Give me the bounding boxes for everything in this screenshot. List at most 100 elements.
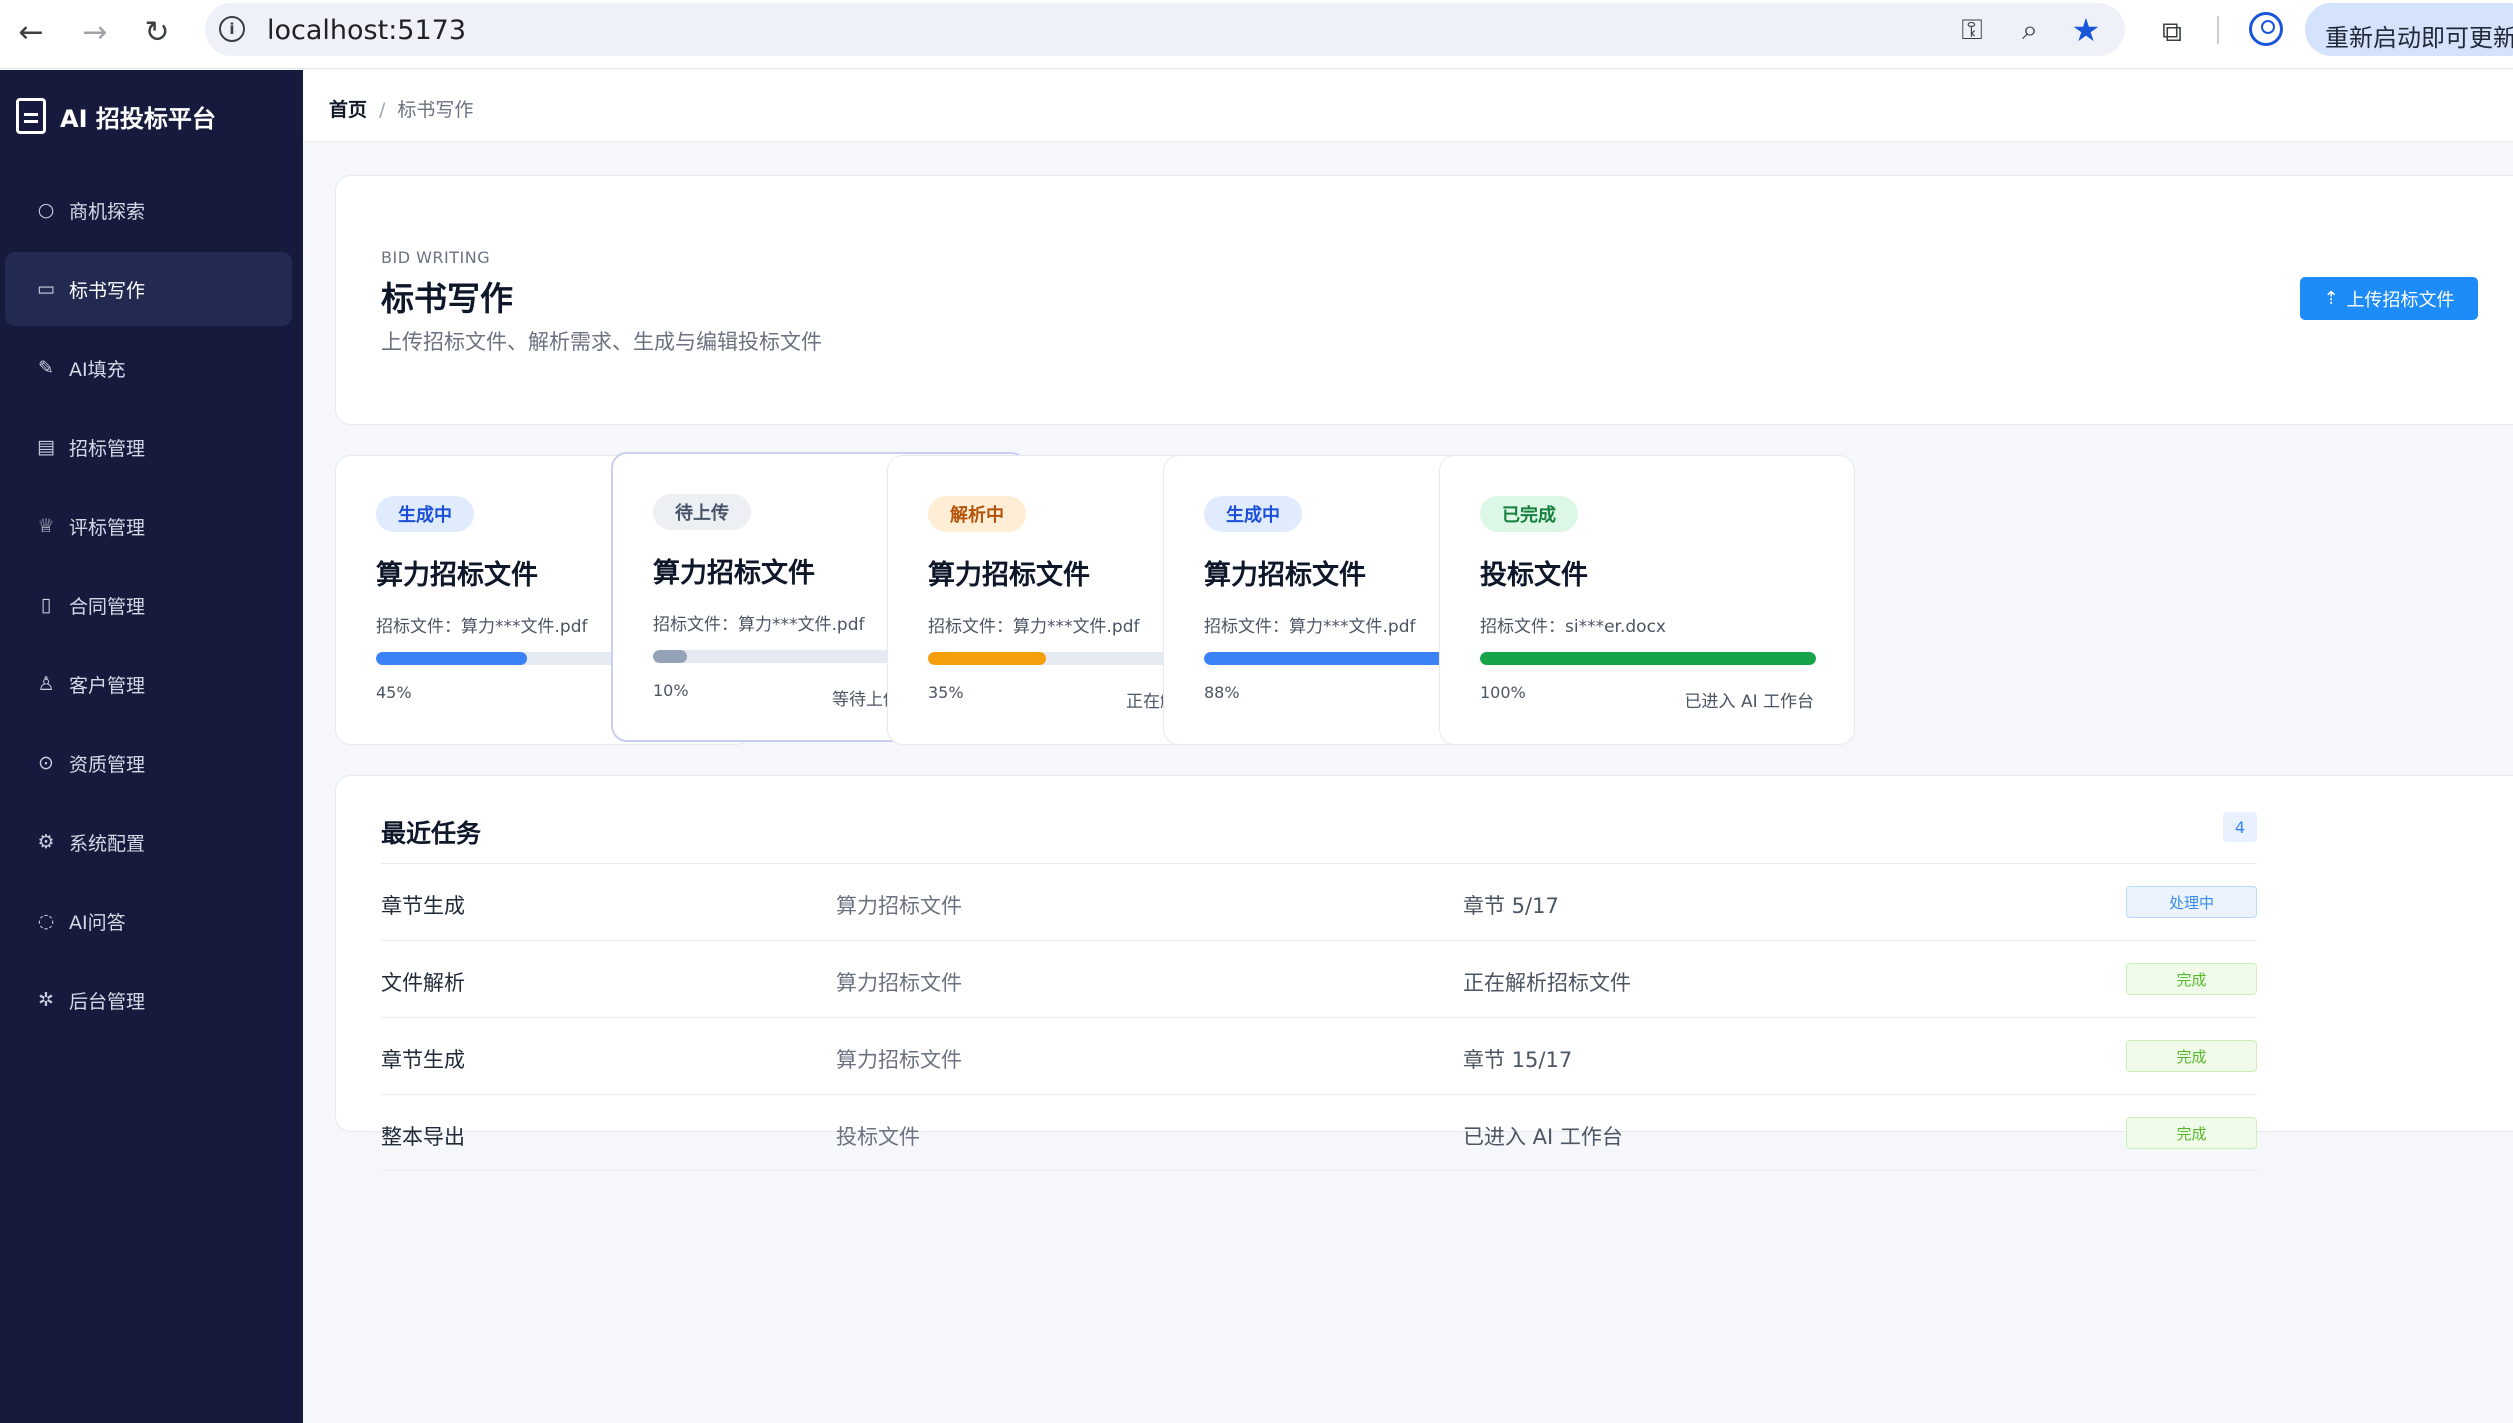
status-badge: 生成中 bbox=[1204, 496, 1302, 532]
page-description: 上传招标文件、解析需求、生成与编辑投标文件 bbox=[381, 330, 822, 354]
chat-icon: ◌ bbox=[37, 910, 55, 932]
sidebar-item-label: 后台管理 bbox=[69, 990, 146, 1013]
toolbar-divider bbox=[2217, 16, 2219, 44]
task-card-title: 算力招标文件 bbox=[376, 560, 538, 591]
recent-tasks-title: 最近任务 bbox=[381, 819, 482, 848]
task-card-file: 招标文件：算力***文件.pdf bbox=[1204, 617, 1416, 637]
document-logo-icon bbox=[16, 98, 46, 134]
progress-fill bbox=[653, 650, 687, 663]
trophy-icon: ♕ bbox=[37, 515, 55, 537]
site-info-icon[interactable]: i bbox=[219, 16, 245, 42]
sidebar-item-label: 标书写作 bbox=[69, 279, 146, 302]
sidebar-item-label: 评标管理 bbox=[69, 516, 146, 539]
progress-percent: 35% bbox=[928, 683, 964, 702]
progress-percent: 10% bbox=[653, 681, 689, 700]
task-card-file: 招标文件：算力***文件.pdf bbox=[376, 617, 588, 637]
task-card-file: 招标文件：算力***文件.pdf bbox=[928, 617, 1140, 637]
status-badge: 生成中 bbox=[376, 496, 474, 532]
progress-fill bbox=[376, 652, 528, 665]
table-row[interactable]: 文件解析 算力招标文件 正在解析招标文件 完成 bbox=[381, 940, 2257, 1017]
progress-fill bbox=[1480, 652, 1816, 665]
upload-button-label: 上传招标文件 bbox=[2346, 289, 2455, 311]
progress-bar bbox=[1480, 652, 1816, 665]
bookmark-star-icon[interactable]: ★ bbox=[2067, 11, 2105, 49]
task-card-title: 算力招标文件 bbox=[653, 558, 815, 589]
task-card-title: 算力招标文件 bbox=[928, 560, 1090, 591]
progress-percent: 88% bbox=[1204, 683, 1240, 702]
back-icon[interactable]: ← bbox=[11, 12, 51, 52]
breadcrumb-bar: 首页 / 标书写作 bbox=[303, 70, 2513, 142]
table-row[interactable]: 章节生成 算力招标文件 章节 15/17 完成 bbox=[381, 1017, 2257, 1094]
sidebar-item-qualification[interactable]: ⊙ 资质管理 bbox=[5, 726, 292, 800]
extensions-icon[interactable]: ⧉ bbox=[2152, 12, 2192, 52]
folder-icon: ▭ bbox=[37, 278, 55, 300]
medal-icon: ⊙ bbox=[38, 752, 54, 774]
status-badge: 待上传 bbox=[653, 494, 751, 530]
page-title: 标书写作 bbox=[381, 279, 513, 318]
sidebar-item-bid-writing[interactable]: ▭ 标书写作 bbox=[5, 252, 292, 326]
progress-fill bbox=[928, 652, 1046, 665]
task-card-note: 已进入 AI 工作台 bbox=[1684, 692, 1814, 712]
sidebar-item-contract[interactable]: ▯ 合同管理 bbox=[5, 568, 292, 642]
sidebar: AI 招投标平台 ○ 商机探索 ▭ 标书写作 ✎ AI填充 ▤ 招标管理 ♕ 评… bbox=[0, 70, 303, 1423]
task-detail: 正在解析招标文件 bbox=[1463, 971, 1631, 995]
settings-icon: ✲ bbox=[38, 989, 54, 1011]
gear-icon: ⚙ bbox=[37, 831, 55, 853]
task-document: 算力招标文件 bbox=[836, 971, 962, 995]
task-card-file: 招标文件：si***er.docx bbox=[1480, 617, 1666, 637]
upload-tender-button[interactable]: ⇡ 上传招标文件 bbox=[2300, 277, 2478, 320]
page-eyebrow: BID WRITING bbox=[381, 248, 491, 267]
sidebar-item-evaluation[interactable]: ♕ 评标管理 bbox=[5, 489, 292, 563]
table-row[interactable]: 章节生成 算力招标文件 章节 5/17 处理中 bbox=[381, 863, 2257, 940]
url-text[interactable]: localhost:5173 bbox=[267, 15, 466, 46]
brand[interactable]: AI 招投标平台 bbox=[16, 98, 216, 134]
reload-icon[interactable]: ↻ bbox=[137, 12, 177, 52]
sidebar-item-system-config[interactable]: ⚙ 系统配置 bbox=[5, 805, 292, 879]
sidebar-item-label: 客户管理 bbox=[69, 674, 146, 697]
task-card-file: 招标文件：算力***文件.pdf bbox=[653, 615, 865, 635]
sidebar-item-ai-fill[interactable]: ✎ AI填充 bbox=[5, 331, 292, 405]
brand-name: AI 招投标平台 bbox=[60, 104, 216, 133]
task-card[interactable]: 已完成 投标文件 招标文件：si***er.docx 100% 已进入 AI 工作台 bbox=[1439, 455, 1855, 745]
sidebar-item-admin[interactable]: ✲ 后台管理 bbox=[5, 963, 292, 1037]
progress-percent: 100% bbox=[1480, 683, 1526, 702]
status-badge: 处理中 bbox=[2126, 886, 2257, 918]
upload-icon: ⇡ bbox=[2323, 288, 2339, 309]
forward-icon[interactable]: → bbox=[75, 12, 115, 52]
key-icon[interactable]: ⚿ bbox=[1953, 11, 1991, 49]
sidebar-item-label: 系统配置 bbox=[69, 832, 146, 855]
browser-toolbar: ← → ↻ i localhost:5173 ⚿ ⌕ ★ ⧉ 重新启动即可更新 bbox=[0, 0, 2513, 69]
address-bar[interactable]: i localhost:5173 ⚿ ⌕ ★ bbox=[205, 3, 2125, 56]
user-icon: ♙ bbox=[37, 673, 55, 695]
sidebar-item-label: 商机探索 bbox=[69, 200, 146, 223]
file-icon: ▯ bbox=[40, 594, 52, 616]
task-detail: 章节 15/17 bbox=[1463, 1048, 1573, 1072]
breadcrumb-home[interactable]: 首页 bbox=[329, 99, 367, 121]
zoom-icon[interactable]: ⌕ bbox=[2011, 11, 2049, 49]
profile-icon[interactable] bbox=[2249, 12, 2283, 46]
pen-icon: ✎ bbox=[38, 357, 54, 379]
sidebar-item-ai-qa[interactable]: ◌ AI问答 bbox=[5, 884, 292, 958]
task-type: 文件解析 bbox=[381, 971, 465, 995]
progress-percent: 45% bbox=[376, 683, 412, 702]
main-content: 首页 / 标书写作 BID WRITING 标书写作 上传招标文件、解析需求、生成与… bbox=[303, 70, 2513, 1423]
table-row[interactable]: 整本导出 投标文件 已进入 AI 工作台 完成 bbox=[381, 1094, 2257, 1171]
recent-tasks-count: 4 bbox=[2223, 812, 2257, 842]
task-document: 算力招标文件 bbox=[836, 1048, 962, 1072]
page-header-card: BID WRITING 标书写作 上传招标文件、解析需求、生成与编辑投标文件 ⇡… bbox=[335, 175, 2513, 425]
sidebar-item-tender[interactable]: ▤ 招标管理 bbox=[5, 410, 292, 484]
task-type: 整本导出 bbox=[381, 1125, 465, 1149]
update-button[interactable]: 重新启动即可更新 bbox=[2305, 3, 2513, 56]
breadcrumb-current: 标书写作 bbox=[397, 99, 474, 121]
task-card-title: 算力招标文件 bbox=[1204, 560, 1366, 591]
breadcrumb: 首页 / 标书写作 bbox=[329, 95, 473, 122]
task-card-title: 投标文件 bbox=[1480, 560, 1588, 591]
sidebar-item-label: AI问答 bbox=[69, 911, 126, 934]
sidebar-item-label: 招标管理 bbox=[69, 437, 146, 460]
task-document: 算力招标文件 bbox=[836, 894, 962, 918]
sidebar-item-customer[interactable]: ♙ 客户管理 bbox=[5, 647, 292, 721]
task-type: 章节生成 bbox=[381, 894, 465, 918]
sidebar-menu: ○ 商机探索 ▭ 标书写作 ✎ AI填充 ▤ 招标管理 ♕ 评标管理 ▯ 合同管… bbox=[5, 173, 292, 1042]
sidebar-item-opportunity[interactable]: ○ 商机探索 bbox=[5, 173, 292, 247]
status-badge: 解析中 bbox=[928, 496, 1026, 532]
